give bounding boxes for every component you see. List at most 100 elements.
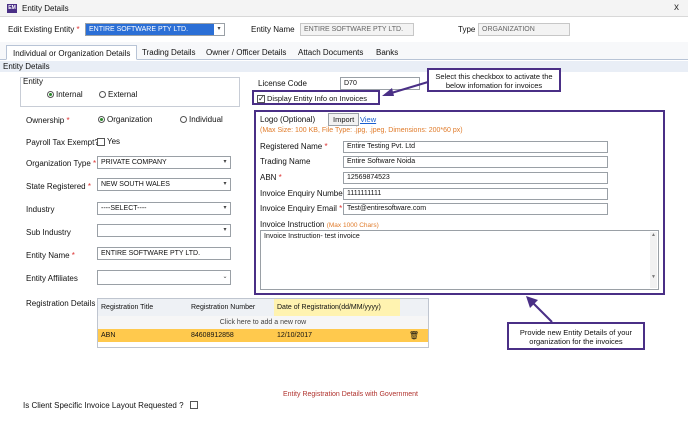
callout-arrow-bottom [526,296,553,323]
section-title: Entity Details [0,61,688,72]
title-bar: EM Entity Details x [0,0,688,17]
org-type-value: PRIVATE COMPANY [101,159,167,166]
type-field[interactable]: ORGANIZATION [478,23,570,36]
state-label: State Registered [26,182,91,191]
checkbox-icon [97,137,105,146]
chevron-down-icon[interactable]: ▾ [220,203,230,214]
entity-name-left-label: Entity Name [26,251,75,260]
trading-name-label: Trading Name [260,157,311,166]
state-value: NEW SOUTH WALES [101,181,170,188]
display-info-label: Display Entity Info on Invoices [267,94,368,103]
org-type-label: Organization Type [26,159,96,168]
abn-label: ABN [260,173,282,182]
window-title: Entity Details [22,4,69,13]
ownership-ind-radio[interactable]: Individual [180,115,223,124]
invoice-panel: Logo (Optional) Import View (Max Size: 1… [254,110,665,295]
client-layout-label: Is Client Specific Invoice Layout Reques… [23,401,184,410]
reg-name-field[interactable]: Entire Testing Pvt. Ltd [343,141,608,153]
sub-industry-select[interactable]: ▾ [97,224,231,237]
industry-value: ----SELECT---- [101,205,147,212]
entity-group-title: Entity [23,77,44,86]
industry-select[interactable]: ----SELECT---- ▾ [97,202,231,215]
content-area: Entity Internal External Ownership Organ… [0,68,688,424]
external-label: External [108,90,138,99]
internal-radio[interactable]: Internal [47,90,83,99]
row-number: 84608912858 [191,332,234,339]
enquiry-email-label: Invoice Enquiry Email [260,204,342,213]
license-label: License Code [258,79,307,88]
reg-name-label: Registered Name [260,142,328,151]
reg-table-caption: Entity Registration Details with Governm… [283,391,418,398]
payroll-label: Payroll Tax Exempt? [26,138,99,147]
instruction-hint: (Max 1000 Chars) [326,222,379,229]
col-header-date[interactable]: Date of Registration(dd/MM/yyyy) [274,299,400,316]
registration-grid: Registration Title Registration Number D… [97,298,429,348]
logo-hint: (Max Size: 100 KB, File Type: .jpg, .jpe… [260,127,463,134]
callout-arrow-top [382,81,429,96]
enquiry-email-field[interactable]: Test@entiresoftware.com [343,203,608,215]
logo-label: Logo (Optional) [260,115,316,124]
view-link[interactable]: View [360,115,376,124]
instruction-label: Invoice Instruction (Max 1000 Chars) [260,220,379,229]
abn-field[interactable]: 12569874523 [343,172,608,184]
tab-banks[interactable]: Banks [370,45,404,60]
tab-trading[interactable]: Trading Details [136,45,202,60]
add-row-link[interactable]: Click here to add a new row [98,316,428,329]
reg-details-label: Registration Details [26,299,96,308]
col-header-title[interactable]: Registration Title [98,299,188,316]
external-radio[interactable]: External [99,90,137,99]
chevron-down-icon[interactable]: ▾ [214,24,224,35]
row-title: ABN [101,332,116,339]
radio-selected-icon [98,116,105,124]
edit-entity-select[interactable]: ENTIRE SOFTWARE PTY LTD. ▾ [85,23,225,36]
chevron-down-icon[interactable]: ▾ [220,179,230,190]
radio-icon [180,116,187,124]
payroll-checkbox[interactable]: Yes [97,137,120,146]
enquiry-number-label: Invoice Enquiry Number [260,189,351,198]
entity-name-left-field[interactable]: ENTIRE SOFTWARE PTY LTD. [97,247,231,260]
sub-industry-label: Sub Industry [26,228,71,237]
row-date: 12/10/2017 [277,332,313,339]
chevron-down-icon[interactable]: ▾ [220,157,230,168]
chevron-down-icon[interactable]: ⌄ [220,272,230,283]
payroll-yes-label: Yes [107,137,121,146]
trading-name-field[interactable]: Entire Software Noida [343,156,608,168]
scrollbar[interactable]: ▲ ▼ [650,232,657,288]
entity-group: Entity Internal External [20,77,240,107]
tab-attach-documents[interactable]: Attach Documents [292,45,369,60]
callout-bottom: Provide new Entity Details of your organ… [507,322,645,350]
org-type-select[interactable]: PRIVATE COMPANY ▾ [97,156,231,169]
ownership-label: Ownership [26,116,70,125]
trash-icon[interactable]: 🗑 [400,329,428,342]
instruction-label-text: Invoice Instruction [260,220,325,229]
instruction-textarea[interactable]: Invoice Instruction- test invoice ▲ ▼ [260,230,659,290]
callout-top: Select this checkbox to activate the bel… [427,68,561,92]
ownership-org-radio[interactable]: Organization [98,115,152,124]
tab-owner-officer[interactable]: Owner / Officer Details [200,45,292,60]
enquiry-number-field[interactable]: 1111111111 [343,188,608,200]
radio-icon [99,91,106,99]
top-bar: Edit Existing Entity ENTIRE SOFTWARE PTY… [0,17,688,42]
state-select[interactable]: NEW SOUTH WALES ▾ [97,178,231,191]
internal-label: Internal [56,90,83,99]
type-label: Type [458,25,476,34]
chevron-down-icon[interactable]: ▾ [220,225,230,236]
radio-selected-icon [47,91,54,99]
import-button[interactable]: Import [328,113,360,126]
display-info-checkbox[interactable]: Display Entity Info on Invoices [252,90,380,105]
checkbox-icon [190,400,198,409]
client-layout-checkbox[interactable] [190,400,200,409]
tab-bar: Individual or Organization Details Tradi… [0,42,688,60]
col-header-number[interactable]: Registration Number [188,299,274,316]
edit-entity-label: Edit Existing Entity [8,25,80,34]
edit-entity-value: ENTIRE SOFTWARE PTY LTD. [89,26,189,33]
affiliates-select[interactable]: ⌄ [97,270,231,285]
close-icon[interactable]: x [674,2,679,13]
tab-individual-org[interactable]: Individual or Organization Details [6,45,138,60]
ownership-ind-label: Individual [189,115,223,124]
affiliates-label: Entity Affiliates [26,274,78,283]
table-row[interactable]: ABN 84608912858 12/10/2017 🗑 [98,329,428,342]
entity-name-field[interactable]: ENTIRE SOFTWARE PTY LTD. [300,23,414,36]
entity-name-label: Entity Name [251,25,295,34]
instruction-value: Invoice Instruction- test invoice [264,233,360,240]
